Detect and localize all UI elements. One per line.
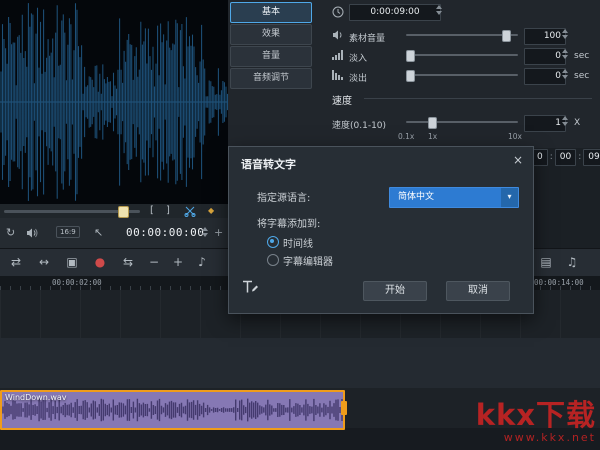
- volume-label: 素材音量: [349, 31, 385, 44]
- clip-options-panel: 基本 效果 音量 音频调节 0:00:09:00 素材音量 100 淡入 0 s…: [228, 0, 600, 148]
- preview-seek-row: [ ] ◆: [0, 204, 228, 219]
- overlay-track[interactable]: [0, 338, 600, 389]
- mark-out-button[interactable]: ]: [166, 205, 170, 217]
- speed-label: 速度(0.1-10): [332, 118, 386, 131]
- fade-out-label: 淡出: [349, 71, 367, 84]
- fade-in-spinner[interactable]: [562, 49, 568, 59]
- preview-waveform-panel: [0, 0, 228, 204]
- speed-section-title: 速度: [332, 92, 352, 107]
- fit-project-icon[interactable]: ↔: [36, 256, 52, 269]
- dropdown-selected-value: 简体中文: [398, 188, 434, 206]
- speed-spinner[interactable]: [562, 116, 568, 126]
- fade-out-value-field[interactable]: 0: [524, 68, 566, 85]
- radio-subtitle-editor[interactable]: [267, 254, 279, 266]
- duration-spinner[interactable]: [436, 5, 442, 15]
- mark-in-button[interactable]: [: [150, 205, 154, 217]
- volume-value-field[interactable]: 100: [524, 28, 566, 45]
- source-language-dropdown[interactable]: 简体中文 ▾: [389, 187, 519, 208]
- speed-scale-min: 0.1x: [398, 132, 414, 141]
- transport-bar: ↻ 16:9 ↖ 00:00:00:00 +: [0, 218, 228, 249]
- slider-track: [406, 121, 518, 123]
- speech-to-text-dialog: 语音转文字 × 指定源语言: 简体中文 ▾ 将字幕添加到: 时间线 字幕编辑器 …: [228, 146, 534, 314]
- radio-timeline-label[interactable]: 时间线: [283, 235, 313, 250]
- volume-slider[interactable]: [406, 29, 518, 41]
- ripple-edit-icon[interactable]: ⇆: [120, 256, 136, 269]
- cancel-button[interactable]: 取消: [446, 281, 510, 301]
- start-button[interactable]: 开始: [363, 281, 427, 301]
- fade-out-spinner[interactable]: [562, 69, 568, 79]
- audio-clip[interactable]: WindDown.wav: [0, 390, 345, 430]
- speed-slider[interactable]: [406, 116, 518, 128]
- chapter-marker-icon[interactable]: ◆: [208, 205, 214, 217]
- fade-in-slider[interactable]: [406, 49, 518, 61]
- close-icon[interactable]: ×: [513, 153, 523, 167]
- subtitle-font-style-icon[interactable]: [242, 280, 259, 295]
- fade-in-value-field[interactable]: 0: [524, 48, 566, 65]
- playhead-handle[interactable]: [118, 206, 129, 218]
- select-cursor-icon[interactable]: ↖: [94, 227, 103, 239]
- speed-scale-mid: 1x: [428, 132, 437, 141]
- dialog-title: 语音转文字: [241, 156, 296, 172]
- fade-out-slider[interactable]: [406, 69, 518, 81]
- clip-duration-field[interactable]: 0:00:09:00: [349, 4, 441, 21]
- track-area-bottom: [0, 428, 600, 450]
- record-capture-icon[interactable]: ●: [92, 256, 108, 269]
- timecode-spinner[interactable]: [202, 227, 208, 237]
- slider-handle[interactable]: [428, 117, 437, 129]
- ruler-label: 00:00:02:00: [52, 278, 102, 287]
- split-clip-icon[interactable]: [184, 206, 196, 217]
- slider-track: [406, 54, 518, 56]
- slider-track: [406, 74, 518, 76]
- clip-trim-handle[interactable]: [341, 401, 347, 415]
- slider-handle[interactable]: [406, 70, 415, 82]
- auto-music-icon[interactable]: ♪: [194, 256, 210, 269]
- ruler-label: 00:00:14:00: [534, 278, 584, 287]
- range-colon: :: [578, 152, 581, 162]
- speed-unit: X: [574, 118, 580, 128]
- clock-icon: [332, 6, 344, 18]
- radio-timeline[interactable]: [267, 236, 279, 248]
- slider-handle[interactable]: [502, 30, 511, 42]
- audio-waveform: [0, 0, 228, 204]
- section-divider: [364, 98, 592, 99]
- fade-in-label: 淡入: [349, 51, 367, 64]
- slider-handle[interactable]: [406, 50, 415, 62]
- tab-audio-tuning[interactable]: 音频调节: [230, 68, 312, 89]
- fade-in-unit: sec: [574, 51, 589, 61]
- speed-scale-max: 10x: [508, 132, 522, 141]
- zoom-in-icon[interactable]: +: [170, 256, 186, 269]
- volume-icon: [332, 30, 344, 40]
- loop-playback-icon[interactable]: ↻: [6, 227, 15, 239]
- tab-effects[interactable]: 效果: [230, 24, 312, 45]
- source-language-label: 指定源语言:: [257, 189, 310, 204]
- tab-basic[interactable]: 基本: [230, 2, 312, 23]
- playback-timecode[interactable]: 00:00:00:00: [126, 226, 204, 239]
- fade-out-icon: [332, 70, 344, 80]
- range-colon: :: [550, 152, 553, 162]
- add-subtitles-to-label: 将字幕添加到:: [257, 215, 320, 230]
- pan-tool-icon[interactable]: +: [214, 227, 223, 239]
- swap-tracks-icon[interactable]: ⇄: [8, 256, 24, 269]
- chevron-down-icon: ▾: [501, 188, 518, 207]
- insert-frame-icon[interactable]: ▣: [64, 256, 80, 269]
- fade-out-unit: sec: [574, 71, 589, 81]
- radio-subtitle-editor-label[interactable]: 字幕编辑器: [283, 253, 333, 268]
- speed-value-field[interactable]: 1: [524, 115, 566, 132]
- mute-speaker-icon[interactable]: [26, 228, 38, 238]
- track-manager-icon[interactable]: ▤: [538, 256, 554, 269]
- aspect-ratio-badge[interactable]: 16:9: [56, 226, 80, 238]
- volume-spinner[interactable]: [562, 29, 568, 39]
- range-minutes-field[interactable]: 00: [555, 149, 576, 166]
- range-hours-field[interactable]: 0: [532, 149, 548, 166]
- sound-mixer-icon[interactable]: ♫: [564, 256, 580, 269]
- tab-volume[interactable]: 音量: [230, 46, 312, 67]
- clip-name-label: WindDown.wav: [5, 393, 67, 402]
- zoom-out-icon[interactable]: −: [146, 256, 162, 269]
- fade-in-icon: [332, 50, 344, 60]
- range-seconds-field[interactable]: 09: [583, 149, 600, 166]
